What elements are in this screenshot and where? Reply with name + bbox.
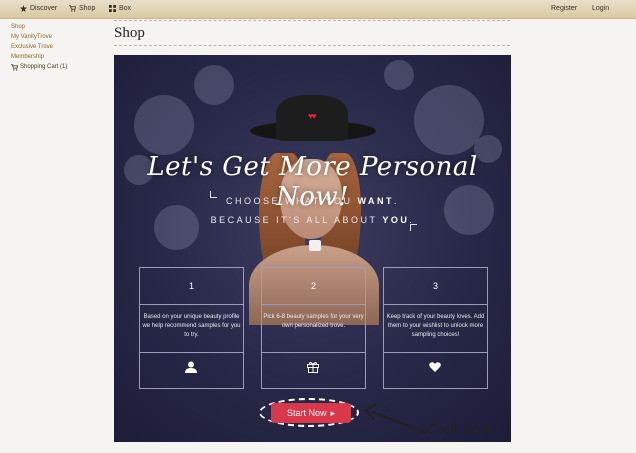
step-card-1: 1 Based on your unique beauty profile we… — [139, 267, 244, 389]
play-icon[interactable] — [309, 240, 321, 251]
play-arrow-icon: ▸ — [330, 407, 336, 418]
step-number: 2 — [310, 281, 316, 291]
sidebar: Shop My VanityTrove Exclusive Trove Memb… — [11, 22, 101, 72]
nav-box[interactable]: Box — [109, 5, 131, 12]
hero-subline-1: CHOOSE WHAT YOU WANT. — [225, 196, 400, 206]
nav-discover[interactable]: Discover — [20, 5, 57, 12]
sidebar-item-shopping-cart[interactable]: Shopping Cart (1) — [11, 62, 101, 72]
step-card-2: 2 Pick 6-8 beauty samples for your very … — [261, 267, 366, 389]
nav-shop-label: Shop — [79, 5, 96, 12]
sidebar-item-exclusive-trove[interactable]: Exclusive Trove — [11, 42, 101, 52]
corner-bracket — [210, 191, 217, 198]
star-icon — [20, 5, 27, 12]
gift-icon — [307, 361, 319, 373]
start-now-button[interactable]: Start Now ▸ — [271, 403, 351, 423]
nav-login[interactable]: Login — [592, 5, 609, 12]
cart-icon — [69, 5, 76, 12]
page-title: Shop — [114, 25, 145, 41]
sidebar-item-membership[interactable]: Membership — [11, 52, 101, 62]
nav-box-label: Box — [119, 5, 132, 12]
nav-register[interactable]: Register — [551, 5, 577, 12]
start-now-label: Start Now — [286, 408, 327, 418]
shopping-cart-label: Shopping Cart (1) — [20, 64, 68, 70]
annotation-arrow-icon — [364, 402, 426, 434]
divider — [114, 20, 510, 21]
sidebar-item-my-vanitytrove[interactable]: My VanityTrove — [11, 32, 101, 42]
step-number: 1 — [188, 281, 194, 291]
grid-icon — [109, 5, 116, 12]
nav-discover-label: Discover — [30, 5, 58, 12]
annotation-label: Click Here! — [427, 423, 499, 438]
top-nav-bar: Discover Shop Box Register Login — [0, 0, 636, 19]
step-card-3: 3 Keep track of your beauty loves. Add t… — [383, 267, 488, 389]
hero-subline-2: BECAUSE IT'S ALL ABOUT YOU. — [210, 215, 415, 225]
nav-shop[interactable]: Shop — [69, 5, 95, 12]
step-text: Based on your unique beauty profile we h… — [142, 314, 241, 338]
step-text: Pick 6-8 beauty samples for your very ow… — [263, 314, 364, 329]
divider — [114, 45, 510, 46]
nav-login-label: Login — [592, 5, 610, 12]
cart-icon — [11, 63, 18, 71]
hero-banner: ♥♥ Let's Get More Personal Now! CHOOSE W… — [114, 55, 511, 442]
nav-register-label: Register — [551, 5, 578, 12]
sidebar-item-shop[interactable]: Shop — [11, 22, 101, 32]
heart-icon — [429, 362, 441, 372]
step-number: 3 — [432, 281, 438, 291]
step-text: Keep track of your beauty loves. Add the… — [386, 314, 485, 338]
hearts-icon: ♥♥ — [308, 111, 317, 121]
corner-bracket — [410, 224, 417, 231]
user-icon — [185, 361, 197, 373]
